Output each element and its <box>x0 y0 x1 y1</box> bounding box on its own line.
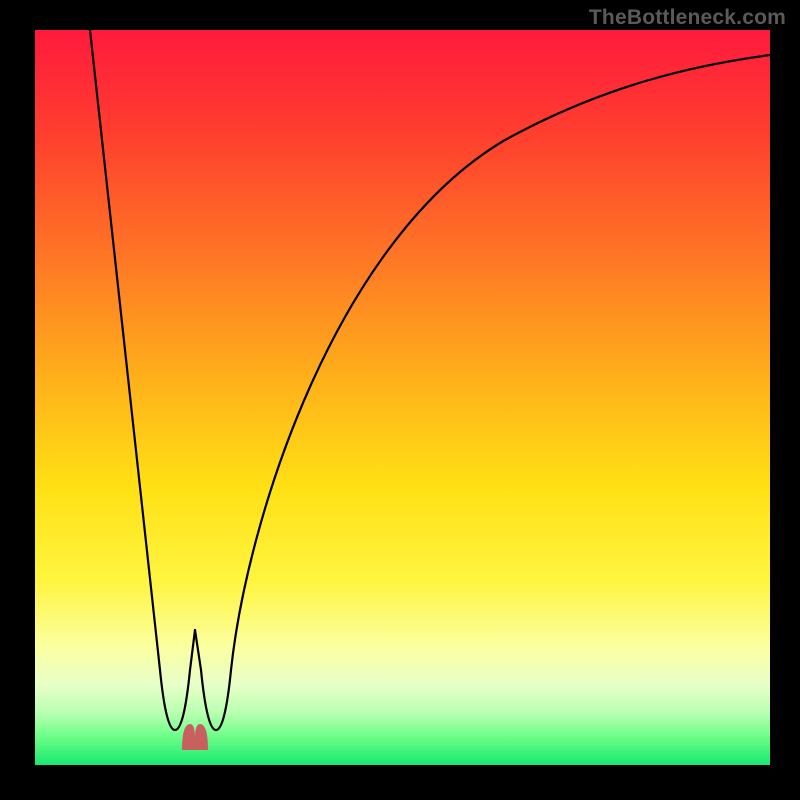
curve-left-branch <box>90 30 195 730</box>
optimal-point-marker <box>182 724 208 750</box>
plot-area <box>35 30 770 765</box>
bottleneck-curve <box>35 30 770 765</box>
chart-frame: TheBottleneck.com <box>0 0 800 800</box>
watermark-text: TheBottleneck.com <box>589 6 786 30</box>
curve-right-branch <box>195 55 770 730</box>
